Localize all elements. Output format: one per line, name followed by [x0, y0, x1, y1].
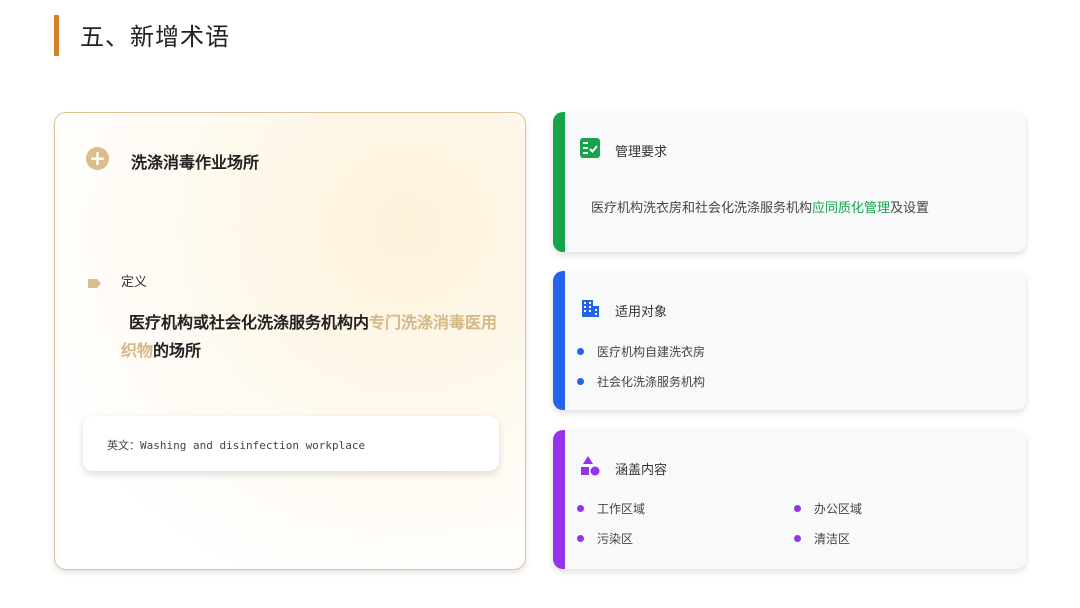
- applicable-title: 适用对象: [615, 305, 668, 320]
- green-accent-bar: [553, 112, 565, 252]
- english-name: 英文：Washing and disinfection workplace: [107, 439, 366, 452]
- list-item: 社会化洗涤服务机构: [577, 373, 705, 390]
- definition-prefix: 医疗机构或社会化洗涤服务机构内: [129, 313, 370, 332]
- applicable-card: 适用对象 医疗机构自建洗衣房 社会化洗涤服务机构: [553, 271, 1026, 410]
- list-item: 办公区域: [794, 500, 862, 517]
- list-item: 清洁区: [794, 530, 850, 547]
- title-accent-bar: [54, 15, 59, 56]
- management-text-prefix: 医疗机构洗衣房和社会化洗涤服务机构: [591, 201, 813, 216]
- definition-suffix: 的场所: [153, 341, 202, 360]
- plus-circle-icon: +: [86, 147, 109, 170]
- management-highlight: 应同质化管理: [812, 201, 891, 216]
- term-definition-card: + 洗涤消毒作业场所 定义 医疗机构或社会化洗涤服务机构内专门洗涤消毒医用织物的…: [54, 112, 526, 570]
- coverage-card: 涵盖内容 工作区域 办公区域 污染区 清洁区: [553, 430, 1026, 569]
- purple-accent-bar: [553, 430, 565, 569]
- shapes-icon: [581, 456, 600, 476]
- checklist-icon: [580, 138, 600, 158]
- list-item: 工作区域: [577, 500, 645, 517]
- term-name: 洗涤消毒作业场所: [131, 153, 260, 172]
- management-title: 管理要求: [615, 145, 668, 160]
- definition-text: 医疗机构或社会化洗涤服务机构内专门洗涤消毒医用织物的场所: [121, 309, 501, 365]
- list-item: 污染区: [577, 530, 633, 547]
- list-item: 医疗机构自建洗衣房: [577, 343, 705, 360]
- coverage-title: 涵盖内容: [615, 463, 668, 478]
- definition-label: 定义: [121, 275, 148, 290]
- building-icon: [582, 300, 599, 317]
- blue-accent-bar: [553, 271, 565, 410]
- english-name-box: 英文：Washing and disinfection workplace: [83, 416, 499, 471]
- management-text: 医疗机构洗衣房和社会化洗涤服务机构应同质化管理及设置: [591, 197, 929, 216]
- tag-icon: [88, 279, 101, 288]
- management-card: 管理要求 医疗机构洗衣房和社会化洗涤服务机构应同质化管理及设置: [553, 112, 1026, 252]
- page-title: 五、新增术语: [80, 23, 230, 51]
- management-text-suffix: 及设置: [890, 201, 930, 216]
